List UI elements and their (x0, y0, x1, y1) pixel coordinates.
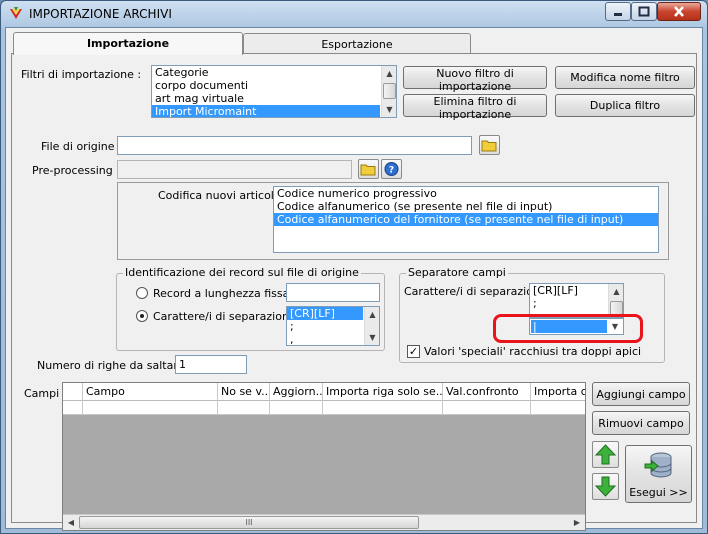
list-item[interactable]: Codice alfanumerico del fornitore (se pr… (274, 213, 658, 226)
window-title: IMPORTAZIONE ARCHIVI (29, 7, 172, 21)
table-row[interactable] (63, 401, 585, 415)
radio-fixed-length-label[interactable]: Record a lunghezza fissa (153, 287, 289, 300)
scroll-down-icon[interactable]: ▼ (382, 102, 396, 117)
record-id-title: Identificazione dei record sul file di o… (123, 266, 361, 279)
file-origin-input[interactable] (117, 136, 472, 155)
client-area: Importazione Esportazione Filtri di impo… (5, 27, 703, 531)
filters-scrollbar[interactable]: ▲ ▼ (381, 66, 396, 117)
close-button[interactable] (657, 2, 701, 21)
duplicate-filter-button[interactable]: Duplica filtro (555, 94, 695, 117)
row-header-cell (63, 401, 83, 415)
help-icon: ? (384, 162, 399, 176)
encoding-listbox[interactable]: Codice numerico progressivo Codice alfan… (273, 186, 659, 253)
move-down-button[interactable] (592, 473, 619, 500)
tab-panel-importazione: Filtri di importazione : Categorie corpo… (11, 53, 697, 531)
titlebar: IMPORTAZIONE ARCHIVI (1, 1, 707, 27)
grid-cell[interactable] (83, 401, 218, 415)
close-icon (674, 6, 684, 17)
fields-grid-header: Campo No se v... Aggiorn... Importa riga… (63, 383, 585, 401)
execute-button[interactable]: Esegui >> (625, 445, 692, 503)
scroll-thumb[interactable]: III (79, 516, 419, 529)
preprocessing-label: Pre-processing : (32, 164, 120, 177)
grid-column-header[interactable]: Importa riga solo se... (323, 383, 443, 401)
list-item[interactable]: [CR][LF] (287, 307, 363, 320)
add-field-button[interactable]: Aggiungi campo (592, 382, 690, 406)
record-sep-listbox[interactable]: [CR][LF] ; , ▲ ▼ (286, 306, 380, 346)
folder-icon (360, 164, 376, 176)
grid-cell[interactable] (443, 401, 531, 415)
grid-column-header[interactable]: Importa cam (531, 383, 585, 401)
scroll-thumb[interactable] (610, 301, 623, 315)
database-import-icon (644, 452, 672, 478)
minimize-button[interactable] (605, 2, 631, 21)
delete-filter-button[interactable]: Elimina filtro di importazione (403, 94, 547, 121)
file-origin-label: File di origine : (41, 140, 122, 153)
scroll-up-icon[interactable]: ▲ (609, 284, 623, 299)
maximize-icon (638, 6, 650, 17)
new-filter-button[interactable]: Nuovo filtro di importazione (403, 66, 547, 93)
scroll-up-icon[interactable]: ▲ (382, 66, 396, 81)
maximize-button[interactable] (631, 2, 657, 21)
grid-column-header[interactable]: Aggiorn... (270, 383, 323, 401)
move-up-button[interactable] (592, 441, 619, 468)
list-item[interactable]: Import Micromaint (152, 105, 380, 117)
grid-column-header[interactable]: Val.confronto (443, 383, 531, 401)
browse-file-button[interactable] (479, 135, 500, 155)
skip-rows-label: Numero di righe da saltare : (37, 359, 192, 372)
radio-fixed-length[interactable] (136, 287, 148, 299)
minimize-icon (614, 13, 622, 16)
svg-text:?: ? (389, 166, 394, 176)
quoted-values-label[interactable]: Valori 'speciali' racchiusi tra doppi ap… (424, 345, 641, 358)
help-button[interactable]: ? (381, 159, 402, 179)
folder-icon (481, 140, 497, 152)
tab-importazione[interactable]: Importazione (13, 32, 243, 55)
filters-label: Filtri di importazione : (21, 68, 142, 81)
arrow-down-icon (594, 476, 617, 497)
grid-cell[interactable] (218, 401, 270, 415)
list-item[interactable]: art mag virtuale (152, 92, 396, 105)
radio-separator[interactable] (136, 310, 148, 322)
remove-field-button[interactable]: Rimuovi campo (592, 411, 690, 435)
quoted-values-checkbox[interactable]: ✓ (407, 345, 420, 358)
fields-label: Campi : (24, 387, 67, 400)
list-item[interactable]: Codice numerico progressivo (274, 187, 658, 200)
grid-cell[interactable] (323, 401, 443, 415)
field-sep-scrollbar[interactable]: ▲ (608, 284, 623, 317)
browse-preprocessing-button[interactable] (358, 159, 379, 179)
scroll-up-icon[interactable]: ▲ (365, 307, 379, 322)
grid-column-header[interactable]: No se v... (218, 383, 270, 401)
arrow-up-icon (594, 444, 617, 465)
scroll-thumb[interactable] (383, 83, 396, 99)
list-item[interactable]: corpo documenti (152, 79, 396, 92)
radio-separator-label[interactable]: Carattere/i di separazione (153, 310, 296, 323)
fields-grid-hscrollbar[interactable]: ◀ III ▶ (63, 514, 585, 530)
filters-listbox[interactable]: Categorie corpo documenti art mag virtua… (151, 65, 397, 118)
scroll-left-icon[interactable]: ◀ (65, 516, 77, 529)
record-sep-scrollbar[interactable]: ▲ ▼ (364, 307, 379, 345)
fixed-length-input[interactable] (286, 283, 380, 302)
highlight-rectangle (493, 314, 643, 343)
skip-rows-input[interactable] (175, 355, 247, 374)
field-sep-listbox[interactable]: [CR][LF] ; , ▲ (529, 283, 624, 318)
scroll-right-icon[interactable]: ▶ (571, 516, 583, 529)
fields-grid[interactable]: Campo No se v... Aggiorn... Importa riga… (62, 382, 586, 531)
row-header-cell (63, 383, 83, 401)
execute-label: Esegui >> (629, 486, 688, 499)
tab-esportazione[interactable]: Esportazione (243, 33, 471, 54)
grid-column-header[interactable]: Campo (83, 383, 218, 401)
field-sep-title: Separatore campi (406, 266, 508, 279)
field-sep-label: Carattere/i di separazione (404, 285, 547, 298)
preprocessing-input[interactable] (117, 160, 352, 179)
grid-cell[interactable] (270, 401, 323, 415)
rename-filter-button[interactable]: Modifica nome filtro (555, 66, 695, 89)
list-item[interactable]: Categorie (152, 66, 396, 79)
window: IMPORTAZIONE ARCHIVI Importazione Esport… (0, 0, 708, 534)
scroll-down-icon[interactable]: ▼ (365, 330, 379, 345)
list-item[interactable]: Codice alfanumerico (se presente nel fil… (274, 200, 658, 213)
app-icon (10, 7, 22, 19)
encoding-label: Codifica nuovi articoli : (158, 189, 285, 202)
